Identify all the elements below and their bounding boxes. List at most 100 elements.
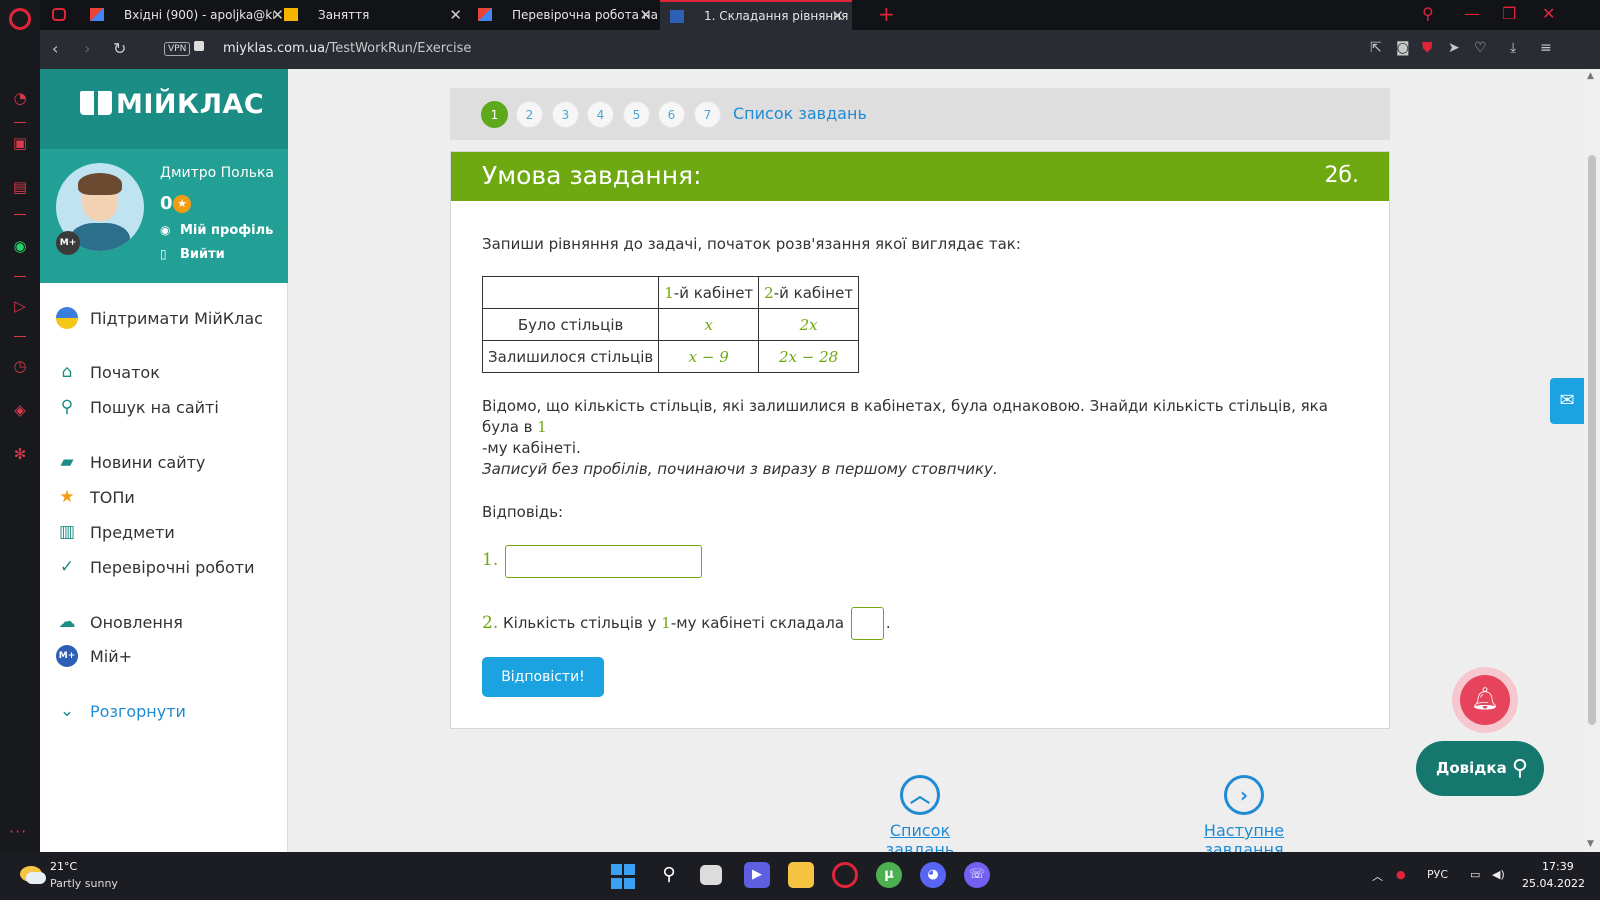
twitch-icon[interactable]: ▤: [10, 177, 30, 197]
task-list-link[interactable]: Список завдань: [733, 104, 867, 123]
weather-description: Partly sunny: [50, 877, 118, 890]
vpn-badge[interactable]: VPN: [164, 42, 191, 56]
clock-time[interactable]: 17:39: [1542, 860, 1574, 873]
viber-icon[interactable]: ☏: [964, 862, 990, 888]
weather-icon[interactable]: [20, 866, 46, 884]
bag-icon[interactable]: ▣: [10, 133, 30, 153]
tab-gmail-test[interactable]: Перевірочна робота на М ✕: [468, 0, 660, 30]
task-number-3[interactable]: 3: [552, 101, 579, 128]
menu-label: Розгорнути: [90, 701, 186, 721]
footer-next-task[interactable]: › Наступне завдання: [1166, 775, 1322, 852]
speed-dial-icon[interactable]: ◔: [10, 88, 30, 108]
settings-gear-icon[interactable]: ✻: [10, 444, 30, 464]
camera-icon[interactable]: ◙: [1396, 40, 1410, 56]
close-icon[interactable]: ✕: [639, 0, 652, 30]
task-number-7[interactable]: 7: [694, 101, 721, 128]
equation-answer-input[interactable]: [505, 545, 702, 578]
chairs-count-input[interactable]: [850, 607, 884, 640]
miyklas-icon: [670, 10, 684, 23]
menu-item-search[interactable]: ⚲ Пошук на сайті: [56, 394, 219, 420]
close-icon[interactable]: ✕: [831, 2, 844, 30]
submit-answer-button[interactable]: Відповісти!: [482, 657, 604, 697]
tab-active-exercise[interactable]: 1. Складання рівняння за ✕: [660, 0, 852, 30]
window-close-icon[interactable]: ✕: [1542, 4, 1555, 23]
adblock-shield-icon[interactable]: ⛊: [1422, 40, 1433, 56]
tray-chevron-up-icon[interactable]: ︿: [1372, 868, 1383, 884]
task-condition: Відомо, що кількість стільців, які залиш…: [482, 396, 1352, 459]
menu-item-news[interactable]: ▰ Новини сайту: [56, 449, 205, 475]
menu-label: Оновлення: [90, 612, 183, 632]
share-icon[interactable]: ⇱: [1370, 40, 1382, 56]
help-label: Довідка: [1436, 759, 1507, 777]
language-indicator[interactable]: РУС: [1427, 868, 1448, 881]
opera-browser-icon[interactable]: [832, 862, 858, 888]
menu-item-tops[interactable]: ★ ТОПи: [56, 484, 134, 510]
network-icon[interactable]: ▭: [1470, 868, 1480, 881]
restore-icon[interactable]: ❐: [1502, 4, 1516, 23]
volume-icon[interactable]: ◀): [1492, 868, 1505, 881]
chevron-right-icon[interactable]: ›: [1224, 775, 1264, 815]
scroll-thumb[interactable]: [1588, 155, 1596, 725]
task-card: Умова завдання: 2б. Запиши рівняння до з…: [450, 151, 1390, 729]
help-button[interactable]: Довідка ⚲: [1416, 741, 1544, 796]
footer-task-list[interactable]: ︿ Список завдань: [858, 775, 982, 852]
search-tabs-icon[interactable]: ⚲: [1422, 4, 1434, 23]
my-profile-link[interactable]: ◉ Мій профіль: [160, 223, 273, 238]
url-field[interactable]: miyklas.com.ua/TestWorkRun/Exercise: [223, 41, 471, 56]
file-explorer-icon[interactable]: [788, 862, 814, 888]
page-scrollbar[interactable]: ▲ ▼: [1584, 69, 1600, 852]
windows-start-icon[interactable]: [611, 864, 637, 890]
scroll-up-icon[interactable]: ▲: [1587, 71, 1594, 81]
player-icon[interactable]: ▷: [10, 296, 30, 316]
menu-item-tests[interactable]: ✓ Перевірочні роботи: [56, 554, 255, 580]
reload-icon[interactable]: ↻: [113, 39, 126, 58]
download-icon[interactable]: ⤓: [1510, 40, 1516, 56]
answer-2-line: 2. Кількість стільців у 1-му кабінеті ск…: [482, 607, 891, 640]
forward-arrow-icon[interactable]: ›: [84, 39, 90, 58]
logout-link[interactable]: ▯ Вийти: [160, 247, 225, 262]
tray-app-icon[interactable]: ●: [1396, 868, 1406, 881]
clock-date[interactable]: 25.04.2022: [1522, 877, 1585, 890]
menu-item-subjects[interactable]: ▥ Предмети: [56, 519, 175, 545]
easy-setup-icon[interactable]: ≡: [1540, 40, 1552, 56]
task-number-5[interactable]: 5: [623, 101, 650, 128]
table-cell: x: [658, 308, 760, 341]
task-number-2[interactable]: 2: [516, 101, 543, 128]
menu-item-support[interactable]: Підтримати МійКлас: [56, 305, 263, 331]
whatsapp-icon[interactable]: ◉: [10, 236, 30, 256]
minimize-icon[interactable]: —: [1464, 4, 1480, 23]
menu-item-updates[interactable]: ☁ Оновлення: [56, 609, 183, 635]
back-arrow-icon[interactable]: ‹: [52, 39, 58, 58]
menu-item-home[interactable]: ⌂ Початок: [56, 359, 160, 385]
footer-task-list-label[interactable]: Список завдань: [886, 821, 955, 852]
task-number-6[interactable]: 6: [658, 101, 685, 128]
pinned-tab[interactable]: [40, 0, 84, 30]
history-icon[interactable]: ◷: [10, 356, 30, 376]
more-dots-icon[interactable]: ···: [9, 822, 27, 841]
table-cell: 2x: [758, 308, 860, 341]
tab-classroom[interactable]: Заняття ✕: [274, 0, 470, 30]
menu-item-expand[interactable]: ⌄ Розгорнути: [56, 698, 186, 724]
chevron-up-icon[interactable]: ︿: [900, 775, 940, 815]
task-number-1[interactable]: 1: [481, 101, 508, 128]
send-icon[interactable]: ➤: [1448, 40, 1460, 56]
scroll-down-icon[interactable]: ▼: [1587, 839, 1594, 849]
close-icon[interactable]: ✕: [449, 0, 462, 30]
search-icon[interactable]: ⚲: [656, 862, 682, 888]
notification-bell[interactable]: 🔔︎: [1452, 667, 1518, 733]
new-tab-plus-icon[interactable]: +: [878, 2, 895, 26]
footer-next-task-label[interactable]: Наступне завдання: [1204, 821, 1284, 852]
task-view-icon[interactable]: [700, 865, 722, 885]
feedback-mail-icon[interactable]: ✉: [1550, 378, 1584, 424]
site-logo[interactable]: МІЙКЛАС: [80, 89, 264, 120]
teams-chat-icon[interactable]: ▶: [744, 862, 770, 888]
opera-logo-icon[interactable]: [9, 8, 31, 30]
heart-icon[interactable]: ♡: [1474, 40, 1487, 56]
task-number-4[interactable]: 4: [587, 101, 614, 128]
cube-icon[interactable]: ◈: [10, 400, 30, 420]
discord-icon[interactable]: ◕: [920, 862, 946, 888]
utorrent-icon[interactable]: µ: [876, 862, 902, 888]
lock-icon[interactable]: [194, 41, 204, 51]
menu-item-myplus[interactable]: M+ Мій+: [56, 643, 132, 669]
tab-gmail-inbox[interactable]: Вхідні (900) - apoljka@knu ✕: [80, 0, 292, 30]
